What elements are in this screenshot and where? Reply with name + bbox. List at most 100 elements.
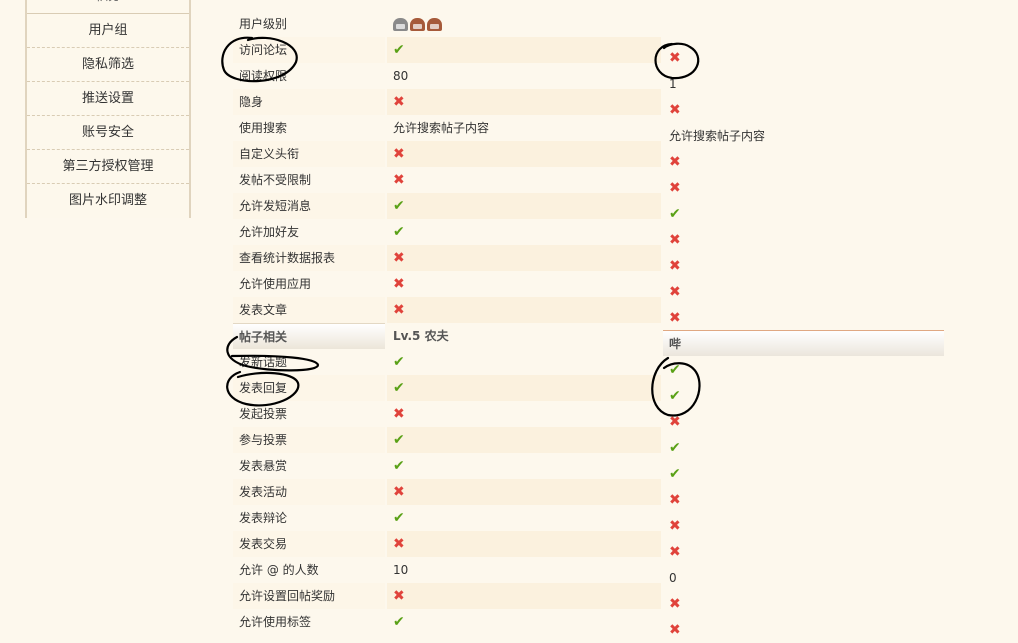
permission-label: 发表文章 xyxy=(233,297,385,323)
permission-label: 使用搜索 xyxy=(239,121,288,135)
table-row: 允许使用标签 ✔ xyxy=(233,609,944,635)
cross-icon: ✖ xyxy=(393,302,405,318)
table-row: 自定义头衔 ✖ xyxy=(233,141,944,167)
permission-label: 查看统计数据报表 xyxy=(233,245,385,271)
cross-icon: ✖ xyxy=(669,310,681,326)
table-row: 用户级别 xyxy=(233,11,944,37)
table-row: 发表交易 ✖ xyxy=(233,531,944,557)
current-group-value: ✖ xyxy=(387,479,661,505)
table-row: 允许 @ 的人数 10 xyxy=(233,557,944,583)
current-group-value: ✔ xyxy=(387,219,661,245)
sidebar-item[interactable]: 图片水印调整 xyxy=(27,184,189,218)
sidebar-item[interactable]: 第三方授权管理 xyxy=(27,150,189,184)
section-header-label: 帖子相关 xyxy=(233,323,385,349)
check-icon: ✔ xyxy=(393,380,405,396)
compare-group-value: ✔ xyxy=(663,357,681,383)
cross-icon: ✖ xyxy=(669,154,681,170)
cross-icon: ✖ xyxy=(393,94,405,110)
permission-label: 发表交易 xyxy=(233,531,385,557)
sidebar-item[interactable]: 用户组 xyxy=(27,14,189,48)
permission-label: 允许发短消息 xyxy=(233,193,385,219)
table-row: 发表辩论 ✔ xyxy=(233,505,944,531)
current-group-value: ✔ xyxy=(387,349,661,375)
current-group-value: 10 xyxy=(393,563,409,577)
user-level-icons xyxy=(393,18,442,31)
compare-group-value: ✖ xyxy=(663,305,681,331)
table-row: 隐身 ✖ xyxy=(233,89,944,115)
cross-icon: ✖ xyxy=(669,284,681,300)
compare-group-value: ✖ xyxy=(663,149,681,175)
compare-group-value: ✖ xyxy=(663,617,681,643)
sidebar-item[interactable]: 推送设置 xyxy=(27,82,189,116)
current-group-value: ✖ xyxy=(387,401,661,427)
cross-icon: ✖ xyxy=(669,258,681,274)
compare-group-value: ✖ xyxy=(663,591,681,617)
compare-group-value: ✖ xyxy=(663,513,681,539)
table-row: 发帖不受限制 ✖ xyxy=(233,167,944,193)
permission-label: 允许设置回帖奖励 xyxy=(233,583,385,609)
permission-label: 允许 @ 的人数 xyxy=(239,563,319,577)
permission-label: 允许使用应用 xyxy=(239,277,312,291)
table-row: 允许发短消息 ✔ xyxy=(233,193,944,219)
table-row: 访问论坛 ✔ xyxy=(233,37,944,63)
level-helmet-icon xyxy=(427,18,442,31)
cross-icon: ✖ xyxy=(669,492,681,508)
current-group-value: ✖ xyxy=(387,89,661,115)
level-helmet-icon xyxy=(393,18,408,31)
current-group-value: ✖ xyxy=(387,531,661,557)
table-row: 允许设置回帖奖励 ✖ xyxy=(233,583,944,609)
cross-icon: ✖ xyxy=(393,588,405,604)
compare-group-value: ✖ xyxy=(663,539,681,565)
sidebar-item[interactable]: 账号安全 xyxy=(27,116,189,150)
compare-group-value: 0 xyxy=(669,571,677,585)
check-icon: ✔ xyxy=(393,354,405,370)
table-row: 允许使用应用 ✖ xyxy=(233,271,944,297)
current-group-value: ✖ xyxy=(387,271,661,297)
compare-group-value: ✖ xyxy=(663,253,681,279)
current-group-value: ✖ xyxy=(387,167,661,193)
compare-group-value: ✖ xyxy=(663,175,681,201)
sidebar-item[interactable]: 积分 xyxy=(27,0,189,14)
current-group-value: ✖ xyxy=(387,583,661,609)
current-group-value: ✖ xyxy=(387,141,661,167)
permission-label: 自定义头衔 xyxy=(233,141,385,167)
check-icon: ✔ xyxy=(669,206,681,222)
permission-label: 发表回复 xyxy=(233,375,385,401)
current-group-value: ✔ xyxy=(387,375,661,401)
check-icon: ✔ xyxy=(393,614,405,630)
cross-icon: ✖ xyxy=(669,518,681,534)
compare-group-value: ✔ xyxy=(663,383,681,409)
cross-icon: ✖ xyxy=(669,102,681,118)
sidebar-list: 积分用户组隐私筛选推送设置账号安全第三方授权管理图片水印调整 xyxy=(27,0,189,218)
check-icon: ✔ xyxy=(669,388,681,404)
compare-group-value: 1 xyxy=(669,77,677,91)
check-icon: ✔ xyxy=(669,362,681,378)
permission-label: 用户级别 xyxy=(239,17,288,31)
cross-icon: ✖ xyxy=(669,544,681,560)
cross-icon: ✖ xyxy=(393,276,405,292)
table-row: 阅读权限 80 xyxy=(233,63,944,89)
cross-icon: ✖ xyxy=(669,232,681,248)
sidebar-menu: 积分用户组隐私筛选推送设置账号安全第三方授权管理图片水印调整 xyxy=(25,0,191,218)
sidebar-item[interactable]: 隐私筛选 xyxy=(27,48,189,82)
cross-icon: ✖ xyxy=(393,484,405,500)
level-helmet-icon xyxy=(410,18,425,31)
cross-icon: ✖ xyxy=(669,414,681,430)
compare-group-value: ✖ xyxy=(663,227,681,253)
permission-label: 阅读权限 xyxy=(239,69,288,83)
check-icon: ✔ xyxy=(669,440,681,456)
compare-group-value: ✖ xyxy=(663,45,681,71)
permission-label: 发帖不受限制 xyxy=(239,173,312,187)
compare-group-value: ✖ xyxy=(663,279,681,305)
compare-group-value: ✖ xyxy=(663,97,681,123)
table-row: 发表回复 ✔ xyxy=(233,375,944,401)
current-group-value: 允许搜索帖子内容 xyxy=(393,121,490,135)
check-icon: ✔ xyxy=(393,42,405,58)
current-group-value: ✖ xyxy=(387,245,661,271)
table-row: 查看统计数据报表 ✖ xyxy=(233,245,944,271)
compare-group-value: ✖ xyxy=(663,409,681,435)
current-group-value: ✔ xyxy=(387,609,661,635)
cross-icon: ✖ xyxy=(669,180,681,196)
section-header-value1: Lv.5 农夫 xyxy=(387,323,661,349)
cross-icon: ✖ xyxy=(393,250,405,266)
